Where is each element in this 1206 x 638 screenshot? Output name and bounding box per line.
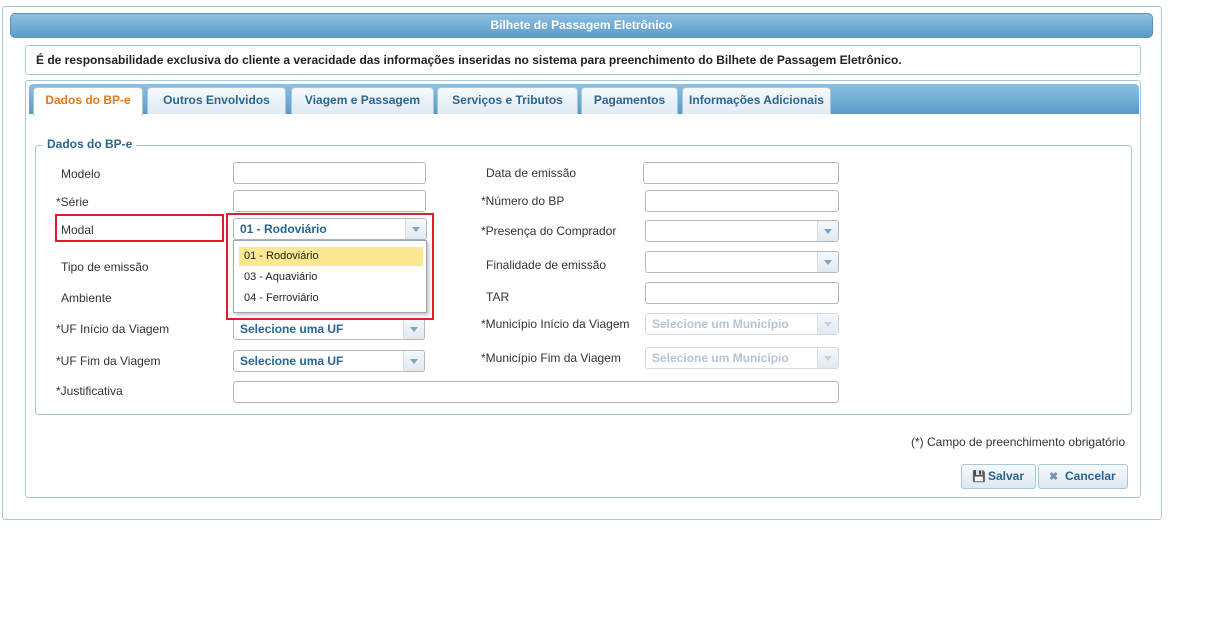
- fieldset-legend: Dados do BP-e: [43, 137, 137, 151]
- tab-outros-envolvidos[interactable]: Outros Envolvidos: [147, 87, 286, 114]
- dados-bpe-fieldset: [35, 145, 1132, 415]
- window-title: Bilhete de Passagem Eletrônico: [10, 13, 1153, 38]
- data-emissao-field[interactable]: [643, 162, 839, 184]
- uf-fim-value: Selecione uma UF: [240, 354, 344, 368]
- municipio-fim-value: Selecione um Município: [652, 351, 789, 365]
- modelo-field[interactable]: [233, 162, 426, 184]
- municipio-fim-select[interactable]: Selecione um Município: [645, 347, 839, 369]
- chevron-down-icon[interactable]: [817, 314, 838, 334]
- municipio-inicio-select[interactable]: Selecione um Município: [645, 313, 839, 335]
- municipio-inicio-value: Selecione um Município: [652, 317, 789, 331]
- required-field-note: (*) Campo de preenchimento obrigatório: [911, 435, 1126, 449]
- municipio-inicio-label: *Município Início da Viagem: [481, 317, 630, 331]
- responsibility-notice: É de responsabilidade exclusiva do clien…: [25, 45, 1141, 75]
- tar-field[interactable]: [645, 282, 839, 304]
- modal-dropdown-highlight: [226, 213, 434, 320]
- tab-dados-bpe[interactable]: Dados do BP-e: [33, 87, 143, 116]
- save-button[interactable]: 💾 Salvar: [961, 464, 1036, 489]
- data-emissao-label: Data de emissão: [486, 166, 577, 180]
- municipio-fim-label: *Município Fim da Viagem: [481, 351, 621, 365]
- numero-bp-field[interactable]: [645, 190, 839, 212]
- tar-label: TAR: [486, 290, 510, 304]
- uf-inicio-value: Selecione uma UF: [240, 322, 344, 336]
- uf-inicio-label: *UF Início da Viagem: [56, 322, 170, 336]
- justificativa-field[interactable]: [233, 381, 839, 403]
- chevron-down-icon[interactable]: [817, 221, 838, 241]
- modelo-label: Modelo: [61, 167, 101, 181]
- presenca-comprador-select[interactable]: [645, 220, 839, 242]
- tab-pagamentos[interactable]: Pagamentos: [581, 87, 678, 114]
- uf-fim-select[interactable]: Selecione uma UF: [233, 350, 425, 372]
- tab-servicos-tributos[interactable]: Serviços e Tributos: [437, 87, 578, 114]
- tab-viagem-passagem[interactable]: Viagem e Passagem: [291, 87, 434, 114]
- presenca-comprador-label: *Presença do Comprador: [481, 224, 617, 238]
- justificativa-label: *Justificativa: [56, 384, 123, 398]
- close-icon: ✖: [1049, 471, 1059, 483]
- uf-inicio-select[interactable]: Selecione uma UF: [233, 318, 425, 340]
- serie-field[interactable]: [233, 190, 426, 212]
- ambiente-label: Ambiente: [61, 291, 112, 305]
- numero-bp-label: *Número do BP: [481, 194, 565, 208]
- tipo-emissao-label: Tipo de emissão: [61, 260, 149, 274]
- cancel-button[interactable]: ✖ Cancelar: [1038, 464, 1128, 489]
- uf-fim-label: *UF Fim da Viagem: [56, 354, 161, 368]
- tab-informacoes-adicionais[interactable]: Informações Adicionais: [682, 87, 831, 114]
- serie-label: *Série: [56, 195, 89, 209]
- finalidade-emissao-label: Finalidade de emissão: [486, 258, 607, 272]
- chevron-down-icon[interactable]: [403, 319, 424, 339]
- chevron-down-icon[interactable]: [403, 351, 424, 371]
- chevron-down-icon[interactable]: [817, 348, 838, 368]
- finalidade-emissao-select[interactable]: [645, 251, 839, 273]
- save-icon: 💾: [972, 471, 986, 483]
- chevron-down-icon[interactable]: [817, 252, 838, 272]
- modal-label-highlight: [55, 214, 224, 242]
